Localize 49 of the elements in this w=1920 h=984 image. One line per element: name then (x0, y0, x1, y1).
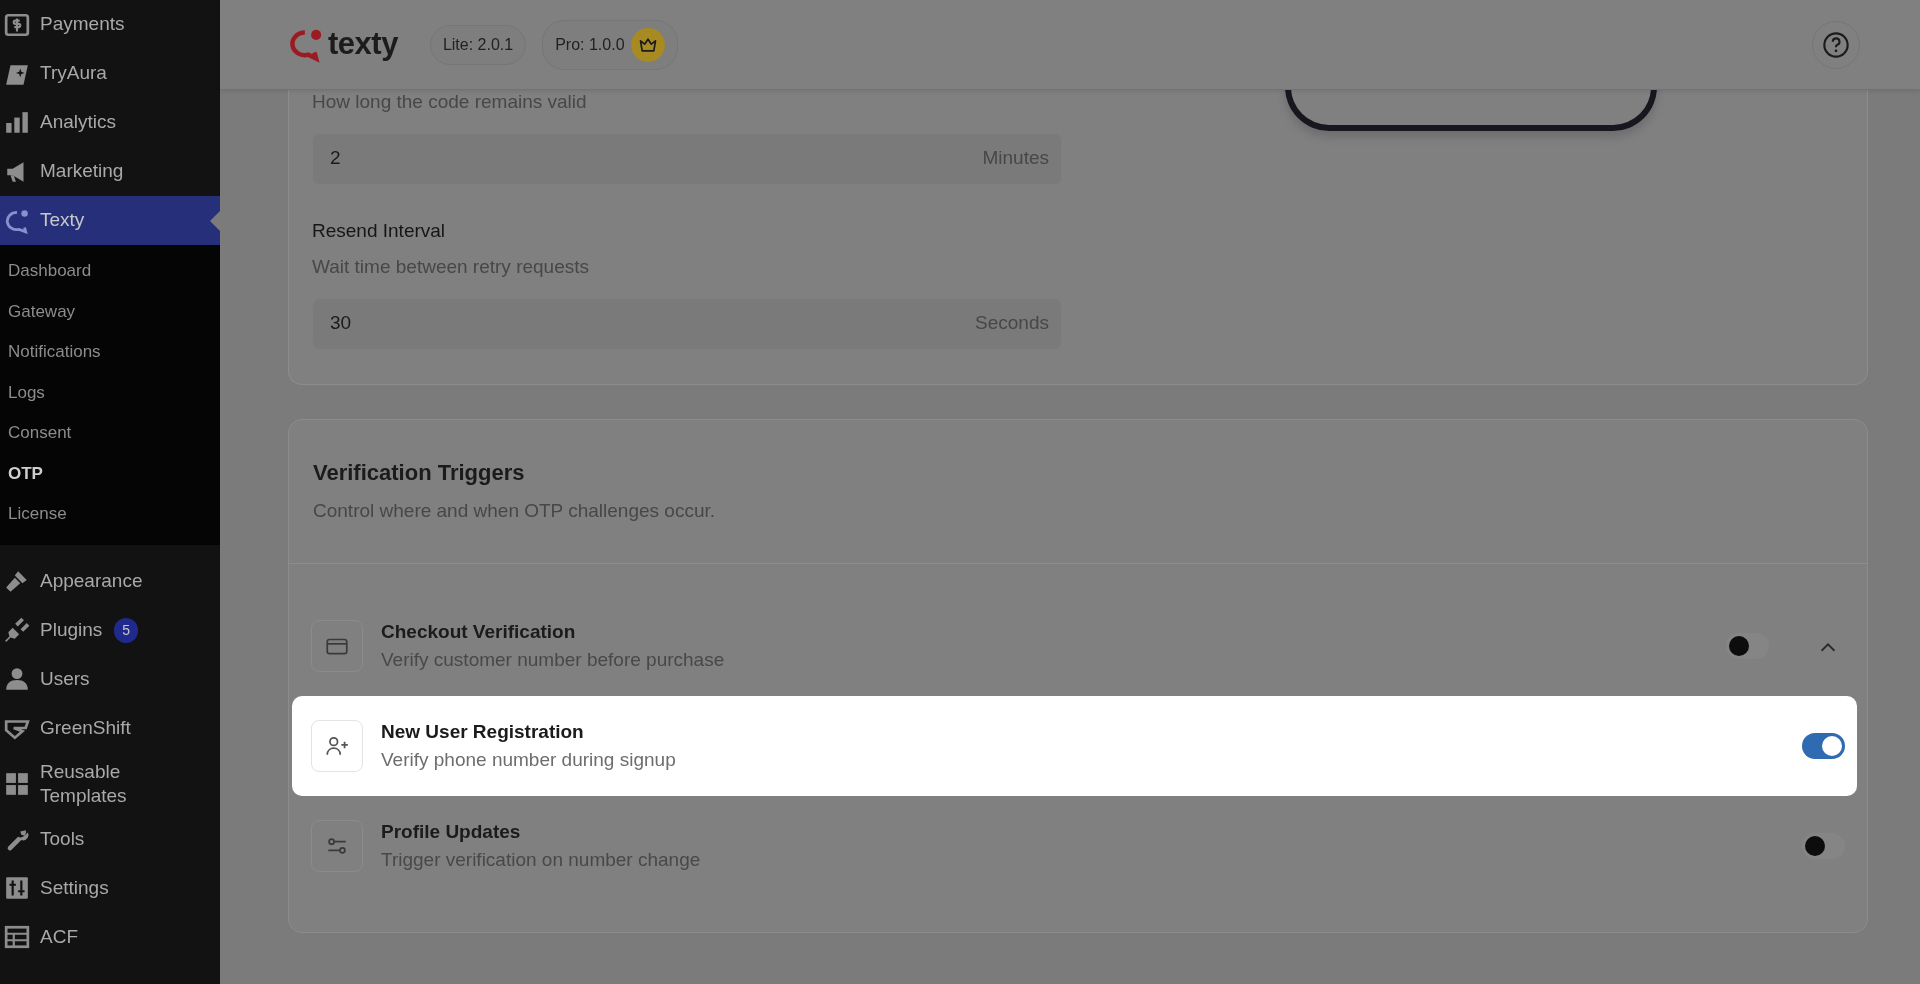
submenu-link[interactable]: Logs (0, 372, 220, 413)
sidebar-item[interactable]: Plugins 5 (0, 605, 220, 655)
sidebar-item[interactable]: Texty (0, 196, 220, 245)
submenu-link[interactable]: OTP (0, 453, 220, 494)
toggle-switch[interactable] (1726, 633, 1769, 659)
submenu-link[interactable]: Notifications (0, 332, 220, 373)
bar-chart-icon (4, 109, 30, 136)
sidebar-item[interactable]: Tools (0, 814, 220, 864)
sidebar-item[interactable]: Payments (0, 0, 220, 49)
sidebar-item[interactable]: Analytics (0, 98, 220, 147)
chat-bubble-icon (4, 207, 30, 234)
section-description: Control where and when OTP challenges occur. (313, 498, 717, 523)
toggle-switch[interactable] (1802, 733, 1845, 759)
field-description: Wait time between retry requests (312, 255, 589, 279)
submenu-link[interactable]: Dashboard (0, 251, 220, 292)
user-plus-icon (311, 720, 363, 772)
sidebar-item[interactable]: Appearance (0, 556, 220, 606)
sidebar-item[interactable]: Settings (0, 863, 220, 913)
trigger-description: Verify customer number before purchase (381, 648, 726, 672)
trigger-description: Verify phone number during signup (381, 748, 677, 772)
table-icon (4, 924, 30, 950)
sidebar-item[interactable]: ACF (0, 912, 220, 962)
dollar-icon (4, 11, 30, 38)
plug-icon (4, 617, 30, 643)
grid-icon (4, 770, 30, 797)
toggle-switch[interactable] (1802, 833, 1845, 859)
submenu-link[interactable]: Consent (0, 413, 220, 454)
version-badge: Pro: 1.0.0 (542, 19, 678, 70)
sidebar-item[interactable]: TryAura (0, 49, 220, 98)
logo-text: texty (328, 25, 398, 64)
trigger-title: Checkout Verification (381, 619, 577, 644)
sliders-icon (4, 875, 30, 901)
trigger-description: Trigger verification on number change (381, 848, 702, 872)
field-description: How long the code remains valid (312, 90, 587, 114)
section-title: Verification Triggers (313, 458, 526, 487)
sliders-icon (311, 820, 363, 872)
sidebar-item[interactable]: GreenShift (0, 703, 220, 753)
trigger-title: Profile Updates (381, 819, 522, 844)
count-badge: 5 (114, 617, 139, 643)
trigger-title: New User Registration (381, 719, 585, 744)
sidebar-item[interactable]: Users (0, 654, 220, 704)
sidebar-item[interactable]: Reusable Templates (0, 752, 220, 815)
field-label: Resend Interval (312, 218, 446, 243)
version-badge: Lite: 2.0.1 (429, 24, 527, 65)
submenu-link[interactable]: License (0, 494, 220, 535)
submenu-link[interactable]: Gateway (0, 291, 220, 332)
user-icon (4, 666, 30, 692)
card-icon (311, 620, 363, 672)
sidebar-item[interactable]: Marketing (0, 147, 220, 196)
